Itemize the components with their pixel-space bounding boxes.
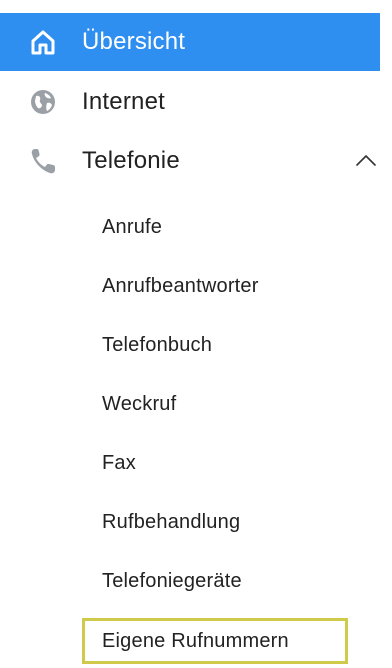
subnav-item-telefonbuch[interactable]: Telefonbuch xyxy=(84,321,354,369)
subnav-item-label: Telefonbuch xyxy=(102,333,213,356)
nav-item-label: Übersicht xyxy=(82,28,186,55)
sidebar-nav: Übersicht Internet Telefonie Anrufe Anru… xyxy=(0,0,392,668)
nav-item-label: Telefonie xyxy=(82,147,180,174)
subnav-item-label: Weckruf xyxy=(102,392,177,415)
subnav-item-label: Fax xyxy=(102,451,136,474)
nav-item-uebersicht[interactable]: Übersicht xyxy=(0,13,380,71)
subnav-item-anrufbeantworter[interactable]: Anrufbeantworter xyxy=(84,262,354,310)
subnav-item-eigene-rufnummern[interactable]: Eigene Rufnummern xyxy=(82,618,348,664)
subnav-item-label: Rufbehandlung xyxy=(102,510,241,533)
subnav-item-telefoniegeraete[interactable]: Telefoniegeräte xyxy=(84,557,354,605)
subnav-item-weckruf[interactable]: Weckruf xyxy=(84,380,354,428)
subnav-item-label: Telefoniegeräte xyxy=(102,569,242,592)
phone-icon xyxy=(28,146,58,176)
subnav-item-label: Anrufe xyxy=(102,215,163,238)
nav-item-internet[interactable]: Internet xyxy=(0,73,380,131)
subnav-item-fax[interactable]: Fax xyxy=(84,439,354,487)
subnav-item-anrufe[interactable]: Anrufe xyxy=(84,203,354,251)
home-icon xyxy=(28,27,58,57)
globe-icon xyxy=(28,87,58,117)
subnav-item-label: Anrufbeantworter xyxy=(102,274,259,297)
chevron-up-icon[interactable] xyxy=(354,149,378,173)
nav-item-telefonie[interactable]: Telefonie xyxy=(0,132,392,190)
subnav-item-label: Eigene Rufnummern xyxy=(102,629,289,652)
nav-item-label: Internet xyxy=(82,88,165,115)
subnav-item-rufbehandlung[interactable]: Rufbehandlung xyxy=(84,498,354,546)
